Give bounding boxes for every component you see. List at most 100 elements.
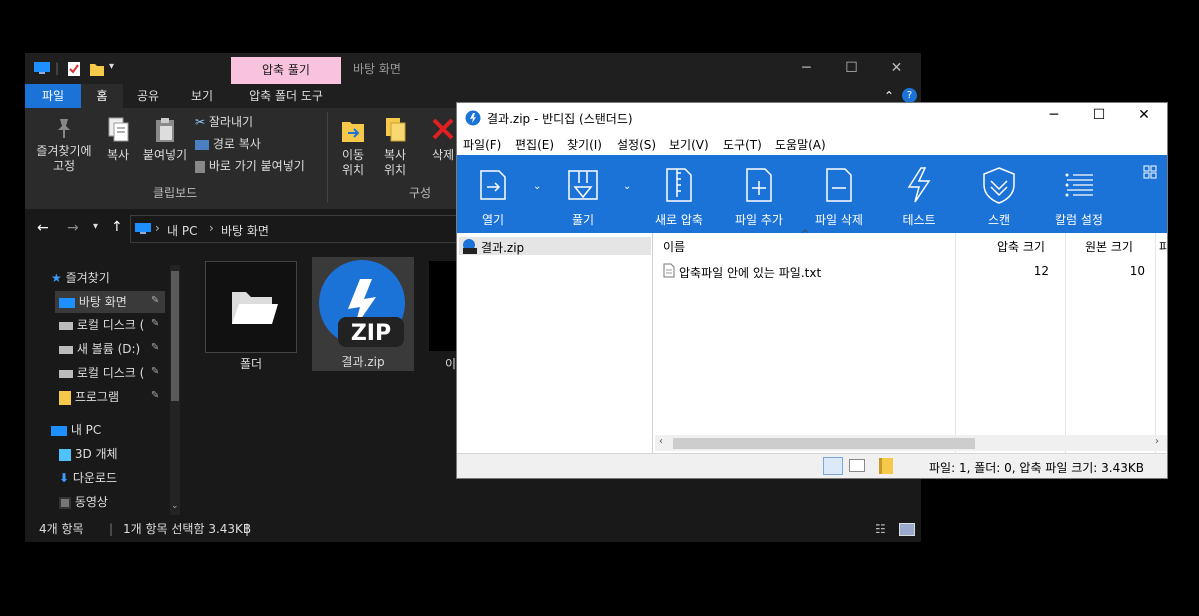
menu-tools[interactable]: 도구(T)	[723, 136, 762, 153]
column-header-name[interactable]: 이름	[663, 237, 685, 257]
menu-find[interactable]: 찾기(I)	[567, 136, 602, 153]
tree-item-result-zip[interactable]: 결과.zip	[459, 237, 651, 255]
context-tab-extract-title: 압축 풀기	[231, 57, 341, 84]
address-segment-desktop[interactable]: 바탕 화면	[221, 222, 269, 239]
file-item-result-zip[interactable]: ZIP 결과.zip	[312, 257, 414, 371]
tab-share[interactable]: 공유	[125, 84, 171, 108]
desktop-icon	[59, 297, 75, 308]
explorer-maximize-icon[interactable]: ☐	[829, 53, 874, 84]
back-icon[interactable]: ←	[37, 220, 49, 236]
nav-item-desktop[interactable]: 바탕 화면	[55, 291, 165, 313]
copy-button[interactable]: 복사	[99, 116, 137, 163]
nav-scrollbar-thumb[interactable]	[171, 271, 179, 401]
copy-to-button[interactable]: 복사 위치	[375, 116, 415, 178]
menu-view[interactable]: 보기(V)	[669, 136, 709, 153]
toolbar-label: 풀기	[571, 213, 595, 227]
archive-info-icon[interactable]	[879, 458, 893, 474]
menu-help[interactable]: 도움말(A)	[775, 136, 826, 153]
icon-view-icon[interactable]	[849, 459, 865, 472]
column-header-original-size[interactable]: 원본 크기	[1085, 237, 1133, 257]
details-view-icon[interactable]: ☷	[875, 517, 886, 542]
open-icon	[480, 170, 506, 200]
nav-item-videos[interactable]: 동영상	[59, 491, 171, 513]
column-settings-button[interactable]: 칼럼 설정	[1039, 159, 1119, 229]
horizontal-scrollbar[interactable]: ‹ ›	[655, 435, 1167, 451]
nav-item-label: 로컬 디스크 (	[76, 366, 145, 380]
scroll-down-icon[interactable]: ⌄	[171, 501, 179, 511]
scrollbar-thumb[interactable]	[673, 438, 975, 449]
disk-icon	[59, 321, 73, 330]
menu-file[interactable]: 파일(F)	[463, 136, 501, 153]
paste-button[interactable]: 붙여넣기	[139, 116, 191, 163]
scroll-left-icon[interactable]: ‹	[659, 436, 663, 447]
nav-item-3d-objects[interactable]: 3D 개체	[59, 443, 171, 465]
column-header-packed-size[interactable]: 압축 크기	[997, 237, 1045, 257]
up-icon[interactable]: ↑	[111, 219, 123, 235]
address-pc-icon	[135, 223, 151, 238]
nav-item-this-pc[interactable]: 내 PC	[51, 419, 171, 441]
qat-new-folder-icon[interactable]	[89, 61, 105, 77]
nav-item-label: 로컬 디스크 (	[76, 318, 145, 332]
scroll-right-icon[interactable]: ›	[1155, 436, 1159, 447]
test-button[interactable]: 테스트	[879, 159, 959, 229]
address-bar[interactable]: › 내 PC › 바탕 화면	[130, 215, 460, 243]
extract-button[interactable]: 풀기	[543, 159, 623, 229]
disk-icon	[59, 369, 73, 378]
delete-file-button[interactable]: 파일 삭제	[799, 159, 879, 229]
bandizip-minimize-icon[interactable]: ─	[1037, 107, 1071, 123]
file-name: 이	[445, 357, 457, 371]
paste-shortcut-button[interactable]: 바로 가기 붙여넣기	[195, 156, 305, 176]
copy-to-icon	[386, 118, 406, 142]
menu-edit[interactable]: 편집(E)	[515, 136, 554, 153]
navigation-pane: ★ 즐겨찾기 바탕 화면 로컬 디스크 ( 새 볼륨 (D:) 로컬 디스크 (	[25, 251, 183, 517]
open-button[interactable]: 열기	[457, 159, 533, 229]
details-view-icon[interactable]	[823, 457, 843, 475]
archive-file-list: ^ 이름 압축 크기 원본 크기 파 압축파일 안에 있는 파일.txt 12 …	[655, 229, 1167, 453]
view-toggle-icon[interactable]	[1143, 165, 1157, 182]
add-file-button[interactable]: 파일 추가	[719, 159, 799, 229]
nav-scrollbar[interactable]: ⌄	[170, 265, 180, 515]
status-selection: 1개 항목 선택함 3.43KB	[123, 522, 252, 536]
help-icon[interactable]: ?	[902, 88, 917, 103]
tab-home[interactable]: 홈	[81, 84, 123, 108]
recent-locations-icon[interactable]: ▾	[93, 221, 98, 232]
nav-item-local-disk-c[interactable]: 로컬 디스크 (	[59, 314, 165, 336]
forward-icon[interactable]: →	[67, 220, 79, 236]
toolbar-label: 테스트	[902, 213, 936, 227]
large-icons-view-icon[interactable]	[899, 523, 915, 536]
nav-item-programs[interactable]: 프로그램	[59, 386, 165, 408]
explorer-minimize-icon[interactable]: ─	[784, 53, 829, 84]
column-header-partial[interactable]: 파	[1159, 237, 1167, 257]
nav-item-new-volume-d[interactable]: 새 볼륨 (D:)	[59, 338, 165, 360]
cut-button[interactable]: ✂ 잘라내기	[195, 112, 253, 132]
tab-view[interactable]: 보기	[175, 84, 229, 108]
bandizip-menu-bar: 파일(F) 편집(E) 찾기(I) 설정(S) 보기(V) 도구(T) 도움말(…	[457, 133, 1167, 155]
sort-ascending-icon: ^	[801, 229, 810, 240]
tab-file[interactable]: 파일	[25, 84, 81, 108]
pin-label-line2: 고정	[52, 159, 76, 173]
qat-properties-icon[interactable]	[67, 61, 81, 77]
copy-path-button[interactable]: 경로 복사	[195, 134, 261, 154]
table-row[interactable]: 압축파일 안에 있는 파일.txt 12 10	[655, 261, 1167, 281]
bandizip-logo-icon	[465, 110, 481, 129]
nav-item-downloads[interactable]: ⬇ 다운로드	[59, 467, 171, 489]
scan-button[interactable]: 스캔	[959, 159, 1039, 229]
bandizip-close-icon[interactable]: ✕	[1127, 107, 1161, 123]
bandizip-maximize-icon[interactable]: ☐	[1082, 107, 1116, 123]
menu-settings[interactable]: 설정(S)	[617, 136, 656, 153]
extract-dropdown-icon[interactable]: ⌄	[623, 181, 631, 192]
move-to-button[interactable]: 이동 위치	[333, 116, 373, 178]
address-segment-pc[interactable]: 내 PC	[167, 222, 197, 239]
bandizip-toolbar: 열기 ⌄ 풀기 ⌄ 새로 압축 파일 추가 파일 삭제 테스트 스캔 칼럼 설정	[457, 155, 1167, 233]
nav-item-label: 프로그램	[74, 390, 119, 404]
nav-item-local-disk-2[interactable]: 로컬 디스크 (	[59, 362, 165, 384]
tab-compressed-folder-tools[interactable]: 압축 폴더 도구	[231, 84, 341, 108]
qat-customize-icon[interactable]: ▾	[109, 61, 114, 77]
nav-item-quick-access[interactable]: ★ 즐겨찾기	[51, 267, 181, 289]
open-dropdown-icon[interactable]: ⌄	[533, 181, 541, 192]
explorer-window-title: 바탕 화면	[353, 62, 401, 76]
file-item-folder[interactable]: 폴더	[203, 259, 299, 371]
pin-to-quick-access-button[interactable]: 즐겨찾기에 고정	[33, 116, 95, 174]
explorer-close-icon[interactable]: ✕	[874, 53, 919, 84]
new-archive-button[interactable]: 새로 압축	[639, 159, 719, 229]
